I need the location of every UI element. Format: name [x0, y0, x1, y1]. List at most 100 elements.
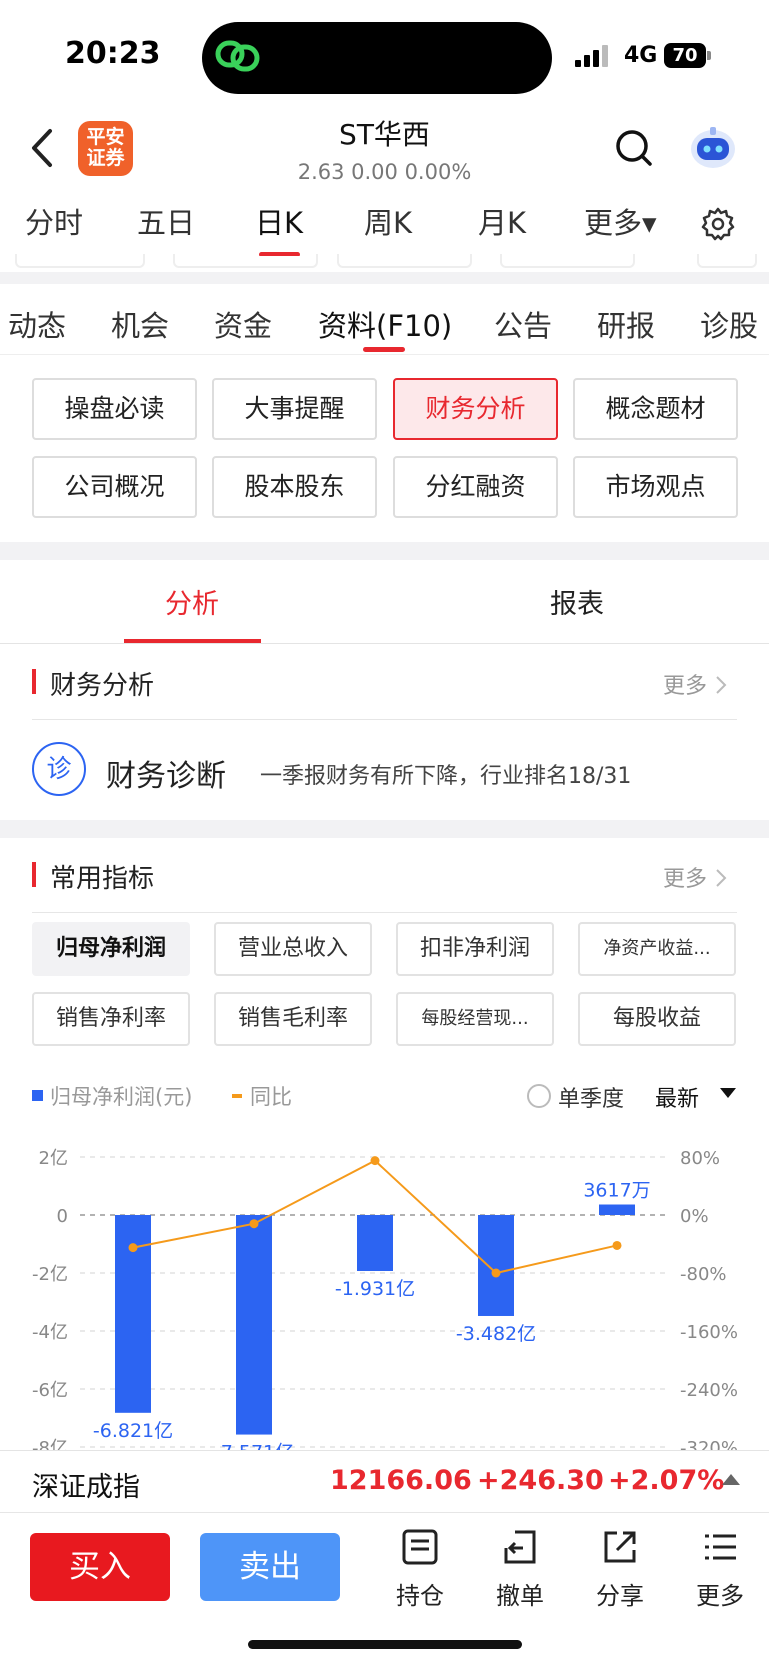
tab-yuek[interactable]: 月K: [478, 200, 526, 242]
indicators-more-link[interactable]: 更多: [663, 861, 728, 893]
index-value: 12166.06: [330, 1465, 472, 1496]
chip-eps[interactable]: 每股收益: [578, 992, 736, 1046]
document-icon: [402, 1529, 438, 1565]
chip-roe[interactable]: 净资产收益...: [578, 922, 736, 976]
yoy-point: [370, 1156, 380, 1166]
chip-net-profit[interactable]: 归母净利润: [32, 922, 190, 976]
home-indicator: [248, 1640, 522, 1649]
divider: [32, 912, 737, 913]
sell-button[interactable]: 卖出: [200, 1533, 340, 1601]
grid-button-caiwu[interactable]: 财务分析: [393, 378, 558, 440]
share-label: 分享: [596, 1582, 644, 1610]
tab-more[interactable]: 更多▾: [584, 200, 657, 242]
tab-fenshi[interactable]: 分时: [25, 200, 83, 242]
status-time: 20:23: [65, 36, 161, 71]
tab-rik[interactable]: 日K: [255, 200, 303, 242]
y-tick-label-left: -6亿: [32, 1380, 68, 1401]
battery-icon: 70: [664, 43, 706, 68]
yoy-point: [491, 1268, 501, 1278]
share-icon: [604, 1531, 636, 1563]
bar-value-label: -7.571亿: [214, 1442, 294, 1450]
undo-icon: [504, 1530, 536, 1564]
buy-button[interactable]: 买入: [30, 1533, 170, 1601]
grid-button-gainian[interactable]: 概念题材: [573, 378, 738, 440]
diagnosis-desc[interactable]: 一季报财务有所下降，行业排名18/31: [260, 758, 631, 790]
y-tick-label-left: -2亿: [32, 1264, 68, 1285]
yoy-point: [612, 1240, 622, 1250]
tab-analysis[interactable]: 分析: [165, 582, 219, 621]
more-label: 更多: [696, 1582, 744, 1610]
share-button[interactable]: 分享: [580, 1528, 660, 1611]
caret-down-icon[interactable]: [720, 1088, 736, 1098]
bar-value-label: -6.821亿: [93, 1420, 173, 1442]
legend-bar-swatch: [32, 1090, 43, 1101]
tab-jihui[interactable]: 机会: [111, 303, 169, 345]
divider: [0, 1512, 769, 1513]
diagnosis-title[interactable]: 财务诊断: [106, 751, 226, 795]
bar-value-label: 3617万: [583, 1180, 650, 1202]
tab-wuri[interactable]: 五日: [137, 200, 195, 242]
legend-series-label: 归母净利润(元): [50, 1085, 193, 1109]
search-icon[interactable]: [614, 128, 654, 168]
y-tick-label-right: 80%: [680, 1148, 720, 1169]
kline-tabs: 分时 五日 日K 周K 月K 更多▾: [0, 200, 769, 257]
chip-deducted-profit[interactable]: 扣非净利润: [396, 922, 554, 976]
cancel-order-button[interactable]: 撤单: [480, 1528, 560, 1611]
bar: [357, 1215, 393, 1271]
chip-net-margin[interactable]: 销售净利率: [32, 992, 190, 1046]
section-marker: [32, 862, 36, 887]
finance-more-link[interactable]: 更多: [663, 668, 728, 700]
grid-button-shichang[interactable]: 市场观点: [573, 456, 738, 518]
divider: [32, 719, 737, 720]
tab-gonggao[interactable]: 公告: [494, 303, 552, 345]
tab-zhengu[interactable]: 诊股: [700, 303, 758, 345]
period-select[interactable]: 最新: [655, 1081, 699, 1113]
more-label: 更多: [663, 867, 708, 892]
chip-revenue[interactable]: 营业总收入: [214, 922, 372, 976]
divider: [0, 643, 769, 644]
signal-icon: [575, 45, 608, 67]
finance-section-title: 财务分析: [50, 671, 155, 701]
more-actions-button[interactable]: 更多: [680, 1528, 760, 1611]
tab-dongtai[interactable]: 动态: [8, 303, 66, 345]
grid-button-gongsi[interactable]: 公司概况: [32, 456, 197, 518]
holdings-button[interactable]: 持仓: [380, 1528, 460, 1611]
y-tick-label-right: -320%: [680, 1438, 738, 1450]
y-tick-label-left: 2亿: [39, 1148, 68, 1169]
network-label: 4G: [624, 43, 658, 68]
grid-button-fenhong[interactable]: 分红融资: [393, 456, 558, 518]
grid-button-dashi[interactable]: 大事提醒: [212, 378, 377, 440]
tab-f10[interactable]: 资料(F10): [318, 303, 452, 345]
separator: [0, 820, 769, 838]
tab-zijin[interactable]: 资金: [214, 303, 272, 345]
grid-button-caopan[interactable]: 操盘必读: [32, 378, 197, 440]
tab-yanbao[interactable]: 研报: [597, 303, 655, 345]
bar-value-label: -1.931亿: [335, 1278, 415, 1300]
legend-yoy-label: 同比: [250, 1085, 292, 1109]
divider: [0, 354, 769, 355]
chip-gross-margin[interactable]: 销售毛利率: [214, 992, 372, 1046]
quarter-label[interactable]: 单季度: [558, 1081, 624, 1113]
tab-report[interactable]: 报表: [550, 582, 604, 621]
index-change-pct: +2.07%: [608, 1465, 725, 1496]
legend-line-swatch: [232, 1094, 242, 1098]
bar: [478, 1215, 514, 1316]
caret-up-icon[interactable]: [722, 1474, 740, 1485]
gear-icon[interactable]: [700, 206, 736, 242]
y-tick-label-left: -4亿: [32, 1322, 68, 1343]
more-label: 更多: [663, 674, 708, 699]
battery-tip: [707, 51, 711, 60]
yoy-point: [249, 1219, 259, 1229]
y-tick-label-right: -240%: [680, 1380, 738, 1401]
section-marker: [32, 669, 36, 694]
tab-zhouk[interactable]: 周K: [364, 200, 412, 242]
y-tick-label-left: -8亿: [32, 1438, 68, 1450]
ai-assistant-icon[interactable]: [688, 124, 738, 170]
index-name: 深证成指: [32, 1472, 140, 1503]
y-tick-label-right: 0%: [680, 1206, 709, 1227]
grid-button-guben[interactable]: 股本股东: [212, 456, 377, 518]
cancel-order-label: 撤单: [496, 1582, 544, 1610]
chip-op-cashflow[interactable]: 每股经营现...: [396, 992, 554, 1046]
bar: [236, 1215, 272, 1435]
quarter-radio[interactable]: [527, 1084, 551, 1108]
